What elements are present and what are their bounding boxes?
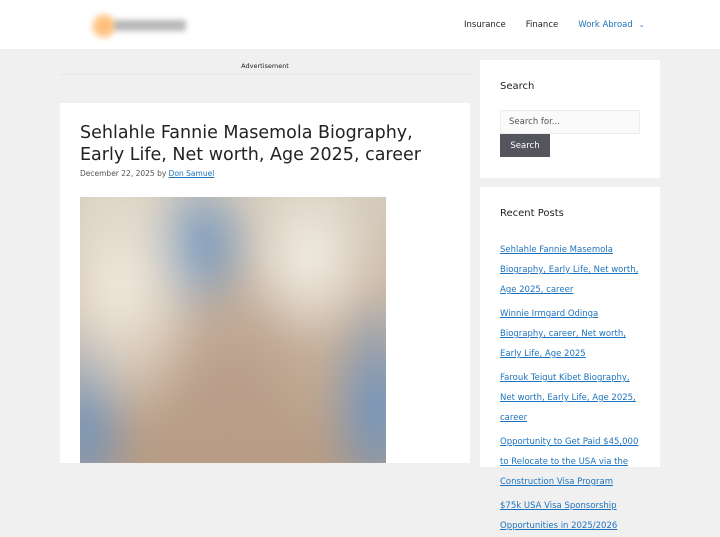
divider <box>60 74 470 75</box>
recent-posts-widget: Recent Posts Sehlahle Fannie Masemola Bi… <box>480 187 660 531</box>
recent-post-link[interactable]: Sehlahle Fannie Masemola Biography, Earl… <box>500 245 638 295</box>
author-link[interactable]: Don Samuel <box>169 169 215 178</box>
logo-wordmark <box>114 20 186 31</box>
main-nav: Insurance Finance Work Abroad ⌄ <box>464 18 665 32</box>
post-date: December 22, 2025 <box>80 169 155 178</box>
nav-item-label: Work Abroad <box>578 20 633 30</box>
list-item: $75k USA Visa Sponsorship Opportunities … <box>500 493 645 533</box>
recent-post-link[interactable]: Farouk Teigut Kibet Biography, Net worth… <box>500 373 636 423</box>
logo-mark <box>92 14 116 38</box>
site-header: Insurance Finance Work Abroad ⌄ <box>0 0 720 49</box>
nav-item-insurance[interactable]: Insurance <box>464 20 506 30</box>
site-logo[interactable] <box>88 12 192 40</box>
article-title: Sehlahle Fannie Masemola Biography, Earl… <box>80 123 421 165</box>
list-item: Sehlahle Fannie Masemola Biography, Earl… <box>500 237 645 297</box>
chevron-down-icon[interactable]: ⌄ <box>639 21 645 29</box>
search-input[interactable] <box>500 110 640 134</box>
recent-post-link[interactable]: $75k USA Visa Sponsorship Opportunities … <box>500 501 617 531</box>
search-widget-title: Search <box>500 81 535 92</box>
article-card: Sehlahle Fannie Masemola Biography, Earl… <box>60 103 470 463</box>
list-item: Farouk Teigut Kibet Biography, Net worth… <box>500 365 645 425</box>
search-button[interactable]: Search <box>500 134 550 157</box>
byline-prefix: by <box>157 169 167 178</box>
list-item: Opportunity to Get Paid $45,000 to Reloc… <box>500 429 645 489</box>
nav-item-finance[interactable]: Finance <box>526 20 559 30</box>
search-widget: Search Search <box>480 60 660 178</box>
nav-item-work-abroad[interactable]: Work Abroad ⌄ <box>578 20 644 30</box>
article-meta: December 22, 2025 by Don Samuel <box>80 169 214 178</box>
featured-image-content <box>80 197 386 463</box>
list-item: Winnie Irmgard Odinga Biography, career,… <box>500 301 645 361</box>
featured-image <box>80 197 386 463</box>
recent-post-link[interactable]: Winnie Irmgard Odinga Biography, career,… <box>500 309 626 359</box>
recent-post-link[interactable]: Opportunity to Get Paid $45,000 to Reloc… <box>500 437 638 487</box>
recent-posts-list: Sehlahle Fannie Masemola Biography, Earl… <box>500 237 645 537</box>
recent-posts-title: Recent Posts <box>500 208 564 219</box>
advertisement-label: Advertisement <box>241 62 289 70</box>
